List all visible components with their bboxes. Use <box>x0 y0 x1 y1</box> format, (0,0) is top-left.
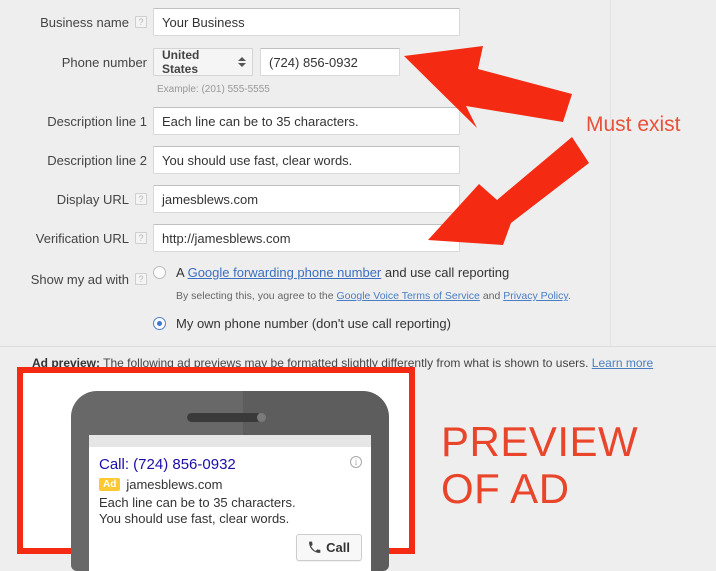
annotation-preview-line-1: PREVIEW <box>441 418 639 465</box>
country-select[interactable]: United States <box>153 48 253 76</box>
ad-card: i Call: (724) 856-0932 Ad jamesblews.com… <box>89 447 371 561</box>
ad-description-line-1: Each line can be to 35 characters. <box>99 495 296 510</box>
ad-preview-highlight-box: i Call: (724) 856-0932 Ad jamesblews.com… <box>17 367 415 571</box>
field-label-text: Phone number <box>61 54 147 70</box>
ad-url-row: Ad jamesblews.com <box>99 477 361 492</box>
business-name-input[interactable]: Your Business <box>153 8 460 36</box>
phone-speaker-icon <box>187 413 262 422</box>
field-label-text: Verification URL <box>35 230 129 246</box>
display-url-value: jamesblews.com <box>162 191 259 207</box>
description-line-2-value: You should use fast, clear words. <box>162 152 353 168</box>
radio-option-label: A Google forwarding phone number and use… <box>176 265 509 280</box>
screen-toolbar <box>89 435 371 447</box>
google-voice-terms-link[interactable]: Google Voice Terms of Service <box>337 290 480 302</box>
description-line-1-input[interactable]: Each line can be to 35 characters. <box>153 107 460 135</box>
ad-description: Each line can be to 35 characters. You s… <box>99 495 304 527</box>
annotation-preview-line-2: OF AD <box>441 465 570 512</box>
privacy-policy-link[interactable]: Privacy Policy <box>503 290 568 302</box>
radio-option-google-forwarding[interactable]: A Google forwarding phone number and use… <box>153 265 509 280</box>
radio-label-prefix: A <box>176 265 188 280</box>
call-button[interactable]: Call <box>296 534 362 561</box>
label-display-url: Display URL ? <box>0 185 147 213</box>
info-circle-icon[interactable]: i <box>350 456 362 468</box>
phone-mockup: i Call: (724) 856-0932 Ad jamesblews.com… <box>71 391 389 571</box>
description-line-1-value: Each line can be to 35 characters. <box>162 113 359 129</box>
field-label-text: Description line 1 <box>47 113 147 129</box>
label-description-line-2: Description line 2 <box>0 146 147 174</box>
verification-url-value: http://jamesblews.com <box>162 230 291 246</box>
ad-description-line-2: You should use fast, clear words. <box>99 511 290 526</box>
verification-url-input[interactable]: http://jamesblews.com <box>153 224 460 252</box>
ad-call-title[interactable]: Call: (724) 856-0932 <box>99 455 361 474</box>
label-phone-number: Phone number <box>0 48 147 76</box>
ad-badge: Ad <box>99 478 121 491</box>
field-label-text: Show my ad with <box>30 271 129 287</box>
field-label-text: Description line 2 <box>47 152 147 168</box>
radio-option-own-phone-number[interactable]: My own phone number (don't use call repo… <box>153 316 451 331</box>
radio-option-label: My own phone number (don't use call repo… <box>176 316 451 331</box>
vertical-divider <box>610 0 611 346</box>
label-verification-url: Verification URL ? <box>0 224 147 252</box>
field-label-text: Display URL <box>56 191 129 207</box>
country-select-value: United States <box>162 48 200 76</box>
phone-number-input[interactable]: (724) 856-0932 <box>260 48 400 76</box>
radio-label-suffix: and use call reporting <box>381 265 510 280</box>
ad-display-url: jamesblews.com <box>126 477 223 492</box>
google-forwarding-link[interactable]: Google forwarding phone number <box>188 265 382 280</box>
radio-button-unselected[interactable] <box>153 266 166 279</box>
label-description-line-1: Description line 1 <box>0 107 147 135</box>
label-business-name: Business name ? <box>0 8 147 36</box>
field-label-text: Business name <box>40 14 129 30</box>
phone-number-value: (724) 856-0932 <box>269 54 358 70</box>
label-show-my-ad-with: Show my ad with ? <box>0 265 147 293</box>
terms-note-mid: and <box>479 290 504 302</box>
learn-more-link[interactable]: Learn more <box>592 356 653 370</box>
help-icon[interactable]: ? <box>135 16 147 28</box>
call-button-label: Call <box>326 540 350 555</box>
display-url-input[interactable]: jamesblews.com <box>153 185 460 213</box>
terms-note-prefix: By selecting this, you agree to the <box>176 290 337 302</box>
description-line-2-input[interactable]: You should use fast, clear words. <box>153 146 460 174</box>
phone-example-hint: Example: (201) 555-5555 <box>157 84 270 95</box>
terms-note: By selecting this, you agree to the Goog… <box>176 290 571 302</box>
radio-button-selected[interactable] <box>153 317 166 330</box>
help-icon[interactable]: ? <box>135 273 147 285</box>
annotation-preview-of-ad: PREVIEW OF AD <box>441 418 638 512</box>
phone-screen: i Call: (724) 856-0932 Ad jamesblews.com… <box>89 435 371 571</box>
business-name-value: Your Business <box>162 14 245 30</box>
phone-handset-icon <box>309 541 321 553</box>
terms-note-suffix: . <box>567 290 571 302</box>
help-icon[interactable]: ? <box>135 193 147 205</box>
help-icon[interactable]: ? <box>135 232 147 244</box>
horizontal-divider <box>0 346 716 347</box>
updown-chevron-icon <box>238 57 246 67</box>
annotation-must-exist: Must exist <box>586 113 681 136</box>
phone-camera-icon <box>257 413 266 422</box>
